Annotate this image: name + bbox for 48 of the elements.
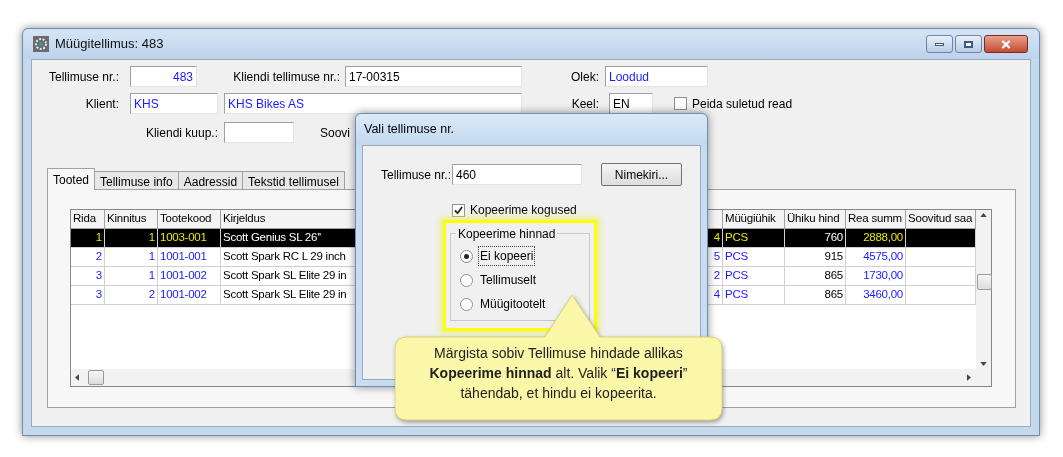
table-cell-text: 1001-002 — [160, 268, 207, 284]
radio-label: Ei kopeeri — [478, 246, 536, 266]
checkbox-label: Peida suletud read — [692, 95, 793, 113]
table-cell-text: 3 — [95, 268, 102, 284]
window-title: Müügitellimus: 483 — [55, 35, 164, 54]
dialog-title: Vali tellimuse nr. — [364, 121, 455, 139]
table-cell-text: 3 — [95, 287, 102, 303]
table-cell-text: 2 — [713, 268, 720, 284]
table-cell-text: 1001-002 — [160, 287, 207, 303]
table-cell-text: 4 — [713, 287, 720, 303]
table-cell-text: 760 — [824, 230, 843, 246]
table-cell-text: 1 — [95, 230, 102, 246]
table-cell-text: 1 — [148, 268, 155, 284]
table-cell-text: 1001-001 — [160, 249, 207, 265]
table-cell-text: PCS — [725, 287, 748, 303]
field-label: Olek: — [570, 68, 599, 86]
field-label: Kliendi kuup.: — [144, 124, 218, 142]
table-cell-text: Scott Spark SL Elite 29 in — [223, 268, 347, 284]
table-cell-text: 1003-001 — [160, 230, 207, 246]
table-cell-text: 5 — [713, 249, 720, 265]
table-cell-text: PCS — [725, 249, 748, 265]
table-cell-text: 3460,00 — [863, 287, 903, 303]
table-cell-text: PCS — [725, 268, 748, 284]
table-cell-text: Scott Spark RC L 29 inch — [223, 249, 346, 265]
table-cell-text: PCS — [725, 230, 748, 246]
radio-label: Müügitootelt — [479, 296, 547, 313]
table-cell-text: 1730,00 — [863, 268, 903, 284]
table-cell-text: 865 — [824, 268, 843, 284]
checkbox-label: Kopeerime kogused — [470, 202, 577, 219]
field-label: Soovi — [320, 124, 351, 142]
table-cell-text: Scott Genius SL 26'' — [223, 230, 322, 246]
field-label: Tellimuse nr.: — [379, 166, 451, 184]
callout-text: Märgista sobiv Tellimuse hindade allikas Kopeerime hinnad alt. Valik “Ei kopeeri” tähendab, et hindu ei kopeerita. — [428, 344, 689, 403]
field-label: Kliendi tellimuse nr.: — [232, 68, 340, 86]
table-cell-text: 865 — [824, 287, 843, 303]
table-cell-text: 1 — [148, 249, 155, 265]
table-cell-text: 915 — [824, 249, 843, 265]
table-cell-text: 2 — [148, 287, 155, 303]
table-cell-text: 4575,00 — [863, 249, 903, 265]
table-cell-text: 2 — [95, 249, 102, 265]
table-cell-text: 1 — [148, 230, 155, 246]
field-label: Keel: — [570, 95, 599, 113]
radio-label: Tellimuselt — [479, 272, 537, 289]
field-label: Klient: — [84, 95, 119, 113]
table-cell-text: 4 — [713, 230, 720, 246]
table-cell-text: 2888,00 — [863, 230, 903, 246]
table-cell-text: Scott Spark SL Elite 29 in — [223, 287, 347, 303]
field-label: Tellimuse nr.: — [47, 68, 119, 86]
